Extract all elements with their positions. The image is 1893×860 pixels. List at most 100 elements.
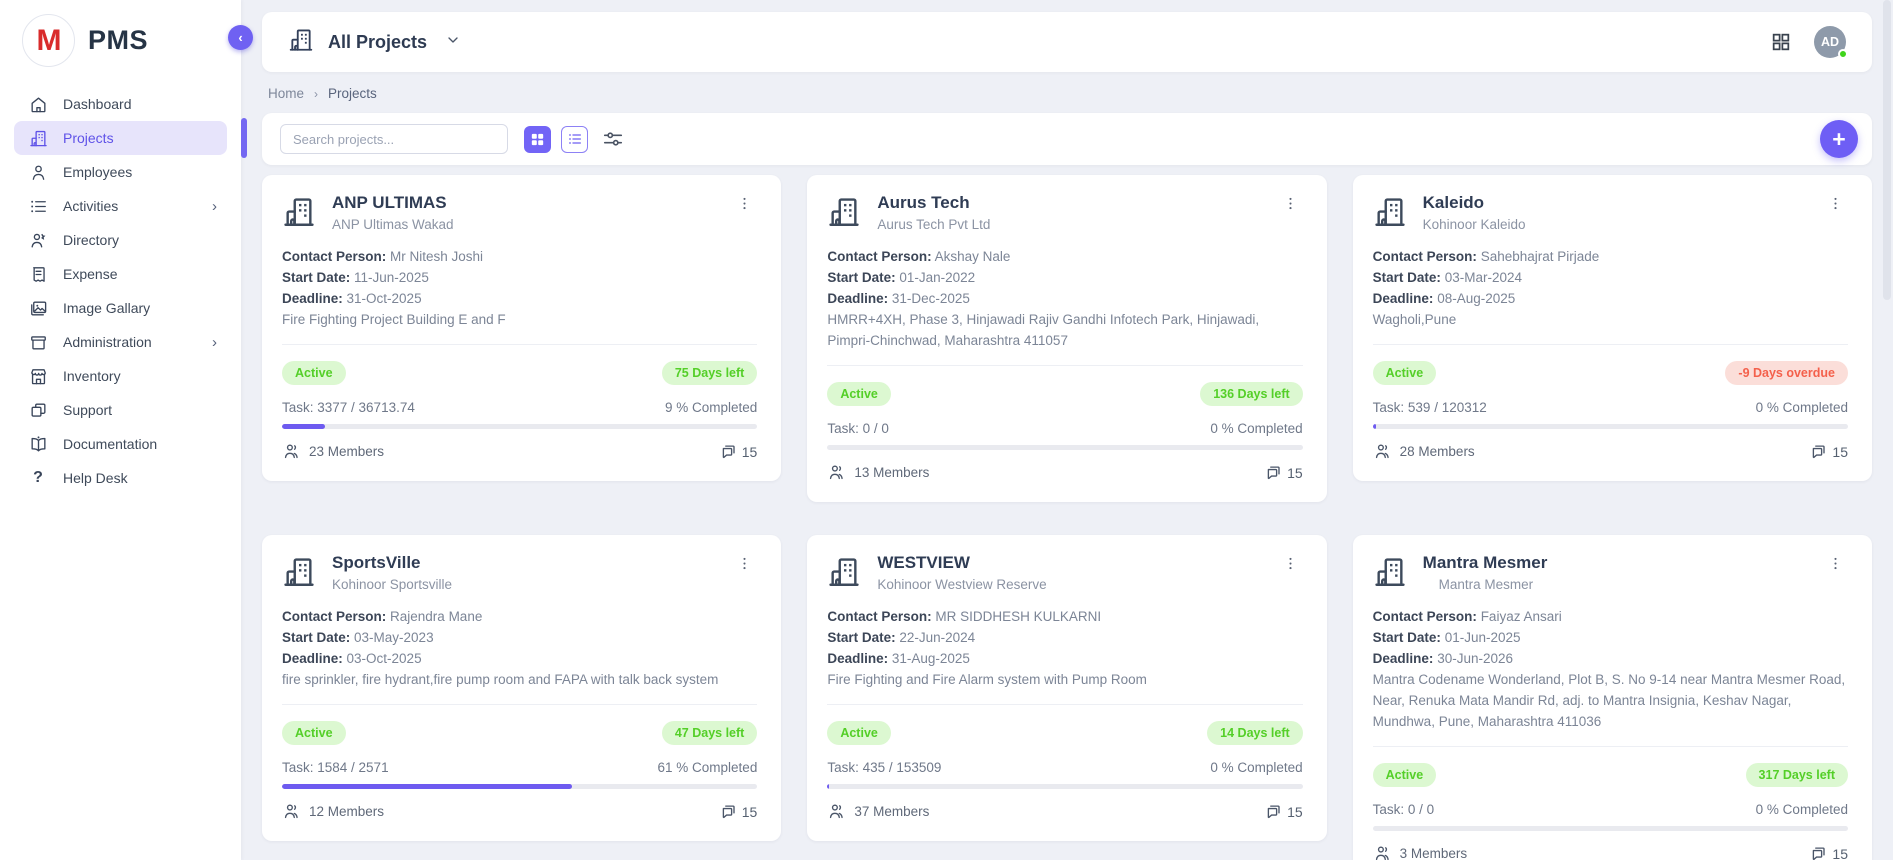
app-title: PMS: [88, 25, 148, 56]
sidebar-item-activities[interactable]: Activities ›: [14, 189, 227, 223]
sidebar-item-help-desk[interactable]: ? Help Desk: [14, 461, 227, 495]
start-value: 03-Mar-2024: [1445, 270, 1522, 285]
project-subtitle: Kohinoor Sportsville: [332, 577, 716, 592]
status-badge: Active: [282, 721, 346, 745]
chat-icon: [718, 442, 737, 461]
apps-grid-icon[interactable]: [1770, 31, 1792, 53]
project-scope-dropdown[interactable]: All Projects: [288, 27, 461, 58]
status-badge: Active: [827, 382, 891, 406]
members-icon: [827, 802, 846, 821]
start-label: Start Date:: [282, 630, 350, 645]
sidebar-item-documentation[interactable]: Documentation: [14, 427, 227, 461]
project-card[interactable]: Kaleido Kohinoor Kaleido Contact Person:…: [1353, 175, 1872, 481]
project-title: WESTVIEW: [877, 553, 1261, 573]
progress-bar: [282, 784, 757, 789]
project-card[interactable]: Mantra Mesmer Mantra Mesmer Contact Pers…: [1353, 535, 1872, 860]
comments-count[interactable]: 15: [1263, 463, 1303, 482]
sidebar-item-directory[interactable]: Directory: [14, 223, 227, 257]
comments-count[interactable]: 15: [1808, 442, 1848, 461]
sidebar-item-expense[interactable]: Expense: [14, 257, 227, 291]
breadcrumb-home[interactable]: Home: [268, 86, 304, 101]
kebab-menu-icon[interactable]: [732, 193, 757, 214]
chat-icon: [1808, 844, 1827, 860]
task-count: Task: 3377 / 36713.74: [282, 400, 415, 415]
members-count[interactable]: 12 Members: [282, 802, 384, 821]
kebab-menu-icon[interactable]: [1278, 193, 1303, 214]
project-card[interactable]: WESTVIEW Kohinoor Westview Reserve Conta…: [807, 535, 1326, 841]
chevron-down-icon: [445, 32, 461, 53]
members-count[interactable]: 37 Members: [827, 802, 929, 821]
deadline-label: Deadline:: [282, 291, 343, 306]
kebab-menu-icon[interactable]: [1823, 553, 1848, 574]
sidebar-item-employees[interactable]: Employees: [14, 155, 227, 189]
logo-mark: M: [22, 14, 75, 67]
start-label: Start Date:: [827, 630, 895, 645]
project-description: HMRR+4XH, Phase 3, Hinjawadi Rajiv Gandh…: [827, 309, 1302, 351]
sidebar-item-label: Directory: [63, 232, 119, 248]
divider: [827, 365, 1302, 366]
completed-percent: 61 % Completed: [658, 760, 758, 775]
question-icon: ?: [28, 468, 48, 488]
building-icon: [827, 195, 861, 234]
members-count[interactable]: 28 Members: [1373, 442, 1475, 461]
project-card[interactable]: Aurus Tech Aurus Tech Pvt Ltd Contact Pe…: [807, 175, 1326, 502]
kebab-menu-icon[interactable]: [1823, 193, 1848, 214]
filter-sliders-button[interactable]: [602, 128, 624, 150]
members-icon: [1373, 844, 1392, 860]
contact-value: MR SIDDHESH KULKARNI: [935, 609, 1101, 624]
completed-percent: 0 % Completed: [1756, 802, 1848, 817]
grid-view-button[interactable]: [524, 126, 551, 153]
sidebar-item-projects[interactable]: Projects: [14, 121, 227, 155]
comments-count[interactable]: 15: [1808, 844, 1848, 860]
sidebar-item-label: Activities: [63, 198, 118, 214]
completed-percent: 0 % Completed: [1210, 421, 1302, 436]
deadline-value: 31-Aug-2025: [892, 651, 970, 666]
list-view-button[interactable]: [561, 126, 588, 153]
status-badge: Active: [1373, 361, 1437, 385]
sidebar-item-support[interactable]: Support: [14, 393, 227, 427]
add-project-button[interactable]: +: [1820, 120, 1858, 158]
image-icon: [28, 298, 48, 318]
project-cards-grid: ANP ULTIMAS ANP Ultimas Wakad Contact Pe…: [262, 175, 1872, 860]
sidebar-item-administration[interactable]: Administration ›: [14, 325, 227, 359]
search-input[interactable]: [280, 124, 508, 154]
project-card[interactable]: ANP ULTIMAS ANP Ultimas Wakad Contact Pe…: [262, 175, 781, 481]
list-icon: [28, 196, 48, 216]
vertical-scrollbar[interactable]: [1883, 0, 1891, 860]
start-value: 01-Jan-2022: [899, 270, 975, 285]
members-icon: [282, 802, 301, 821]
kebab-menu-icon[interactable]: [1278, 553, 1303, 574]
archive-icon: [28, 332, 48, 352]
members-count[interactable]: 13 Members: [827, 463, 929, 482]
start-value: 03-May-2023: [354, 630, 434, 645]
members-count[interactable]: 3 Members: [1373, 844, 1468, 860]
members-count[interactable]: 23 Members: [282, 442, 384, 461]
comments-count[interactable]: 15: [718, 802, 758, 821]
chevron-right-icon: ›: [212, 198, 217, 215]
contact-label: Contact Person:: [827, 609, 931, 624]
comments-count[interactable]: 15: [1263, 802, 1303, 821]
comments-count[interactable]: 15: [718, 442, 758, 461]
project-card[interactable]: SportsVille Kohinoor Sportsville Contact…: [262, 535, 781, 841]
sidebar-item-label: Help Desk: [63, 470, 128, 486]
project-title: SportsVille: [332, 553, 716, 573]
members-icon: [1373, 442, 1392, 461]
kebab-menu-icon[interactable]: [732, 553, 757, 574]
deadline-value: 31-Dec-2025: [892, 291, 970, 306]
avatar[interactable]: AD: [1814, 26, 1846, 58]
completed-percent: 0 % Completed: [1756, 400, 1848, 415]
project-details: Contact Person: Rajendra Mane Start Date…: [282, 606, 757, 690]
breadcrumb-current[interactable]: Projects: [328, 86, 377, 101]
app-logo[interactable]: M PMS: [0, 0, 241, 77]
deadline-label: Deadline:: [827, 291, 888, 306]
sidebar-item-dashboard[interactable]: Dashboard: [14, 87, 227, 121]
contact-label: Contact Person:: [1373, 249, 1477, 264]
sidebar-item-image-gallery[interactable]: Image Gallary: [14, 291, 227, 325]
project-title: Mantra Mesmer: [1423, 553, 1807, 573]
sidebar-item-label: Projects: [63, 130, 114, 146]
sidebar-item-inventory[interactable]: Inventory: [14, 359, 227, 393]
receipt-icon: [28, 264, 48, 284]
sidebar-item-label: Administration: [63, 334, 152, 350]
sidebar-collapse-button[interactable]: ‹: [228, 25, 253, 50]
progress-bar: [1373, 424, 1848, 429]
